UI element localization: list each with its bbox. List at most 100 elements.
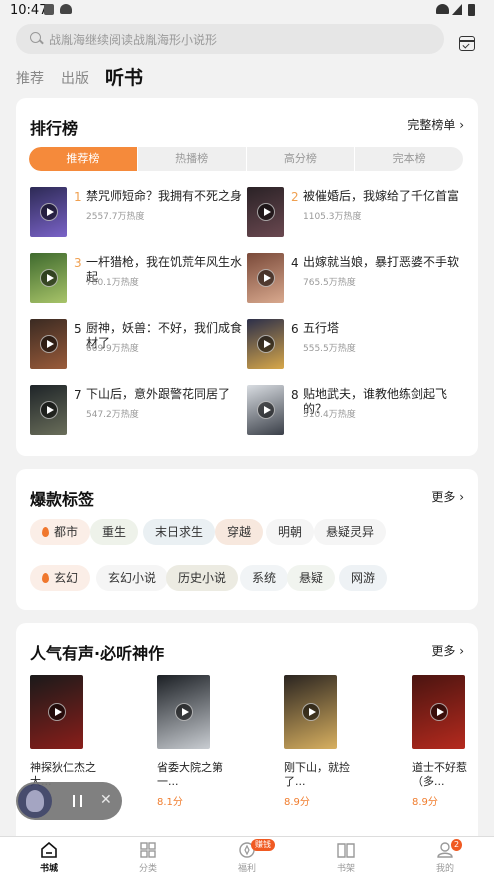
- rank-number: 5: [74, 322, 82, 336]
- player-avatar[interactable]: [18, 784, 52, 818]
- tag-chip[interactable]: 历史小说: [166, 565, 239, 591]
- book-cover[interactable]: [247, 187, 284, 237]
- tag-label: 重生: [102, 525, 127, 539]
- tag-chip[interactable]: 玄幻小说: [96, 565, 169, 591]
- play-icon: [174, 703, 193, 721]
- nav-bookstore[interactable]: 书城: [19, 837, 79, 878]
- tag-label: 悬疑灵异: [326, 525, 375, 539]
- rank-heat: 547.2万热度: [86, 410, 139, 420]
- book-cover[interactable]: [30, 675, 83, 749]
- tag-chip[interactable]: 系统: [240, 565, 289, 591]
- search-bar[interactable]: 战胤海继续阅读战胤海形小说形: [16, 24, 444, 54]
- signal-icon: [452, 4, 462, 15]
- tag-label: 玄幻小说: [108, 571, 157, 585]
- tag-label: 系统: [252, 571, 277, 585]
- play-icon: [39, 335, 58, 353]
- rank-book-title: 下山后，意外跟警花同居了: [86, 387, 231, 401]
- rank-item[interactable]: 5 厨神，妖兽：不好，我们成食材了 609.9万热度: [30, 319, 250, 375]
- flame-icon: [42, 573, 49, 583]
- tag-label: 历史小说: [178, 571, 227, 585]
- ranking-tab-score[interactable]: 高分榜: [247, 147, 356, 171]
- tag-label: 都市: [54, 525, 79, 539]
- play-icon: [39, 203, 58, 221]
- rank-heat: 2557.7万热度: [86, 212, 145, 222]
- book-cover[interactable]: [284, 675, 337, 749]
- tag-chip[interactable]: 明朝: [266, 519, 315, 545]
- rank-book-title: 禁咒师短命？我拥有不死之身: [86, 189, 243, 203]
- nav-bookshelf[interactable]: 书架: [316, 837, 376, 878]
- tag-chip[interactable]: 悬疑: [287, 565, 336, 591]
- audio-more-link[interactable]: 更多 ›: [431, 642, 464, 659]
- status-bar: 10:47: [0, 0, 494, 22]
- book-cover[interactable]: [30, 253, 67, 303]
- tag-chip[interactable]: 穿越: [215, 519, 264, 545]
- play-icon: [301, 703, 320, 721]
- audio-book-score: 8.9分: [284, 797, 310, 808]
- tags-more-link[interactable]: 更多 ›: [431, 488, 464, 505]
- search-placeholder: 战胤海继续阅读战胤海形小说形: [49, 33, 218, 47]
- nav-category[interactable]: 分类: [118, 837, 178, 878]
- mini-player[interactable]: ✕: [16, 782, 122, 820]
- book-cover[interactable]: [30, 319, 67, 369]
- ranking-tab-hot[interactable]: 热播榜: [138, 147, 247, 171]
- book-cover[interactable]: [30, 385, 67, 435]
- rank-item[interactable]: 2 被催婚后，我嫁给了千亿首富 1105.3万热度: [247, 187, 467, 243]
- audio-book[interactable]: 神探狄仁杰之大...: [30, 675, 96, 793]
- tag-chip[interactable]: 玄幻: [30, 565, 91, 591]
- tag-chip[interactable]: 网游: [339, 565, 388, 591]
- tag-chip[interactable]: 悬疑灵异: [314, 519, 387, 545]
- book-cover[interactable]: [247, 385, 284, 435]
- rank-item[interactable]: 6 五行塔 555.5万热度: [247, 319, 467, 375]
- checkin-calendar-icon[interactable]: [459, 36, 475, 51]
- book-cover[interactable]: [412, 675, 465, 749]
- book-cover[interactable]: [247, 253, 284, 303]
- audio-book[interactable]: 刚下山，就捡了... 8.9分: [284, 675, 350, 808]
- status-time: 10:47: [10, 3, 48, 18]
- rank-book-title: 被催婚后，我嫁给了千亿首富: [303, 189, 460, 203]
- audio-book[interactable]: 省委大院之第一... 8.1分: [157, 675, 223, 808]
- nav-mine[interactable]: 2 我的: [415, 837, 475, 878]
- nav-welfare[interactable]: 赚钱 福利: [217, 837, 277, 878]
- play-icon: [39, 269, 58, 287]
- book-cover[interactable]: [247, 319, 284, 369]
- rank-number: 2: [291, 190, 299, 204]
- ranking-tabs: 推荐榜 热播榜 高分榜 完本榜: [29, 147, 463, 171]
- ranking-tab-recommend[interactable]: 推荐榜: [29, 147, 138, 171]
- rank-number: 1: [74, 190, 82, 204]
- ranking-tab-complete[interactable]: 完本榜: [355, 147, 463, 171]
- ranking-more-link[interactable]: 完整榜单 ›: [407, 116, 464, 133]
- audio-book[interactable]: 道士不好惹（多... 8.9分: [412, 675, 478, 808]
- rank-number: 4: [291, 256, 299, 270]
- rank-number: 6: [291, 322, 299, 336]
- tag-chip[interactable]: 末日求生: [143, 519, 216, 545]
- ranking-card: 排行榜 完整榜单 › 推荐榜 热播榜 高分榜 完本榜 1 禁咒师短命？我拥有不死之…: [16, 98, 478, 456]
- tag-chip[interactable]: 都市: [30, 519, 91, 545]
- book-cover[interactable]: [157, 675, 210, 749]
- rank-number: 3: [74, 256, 82, 270]
- rank-book-title: 出嫁就当娘，暴打恶婆不手软: [303, 255, 460, 269]
- nav-label: 书城: [39, 864, 58, 874]
- audio-book-title: 刚下山，就捡了...: [284, 761, 350, 788]
- nav-label: 福利: [237, 864, 256, 874]
- rank-item[interactable]: 3 一杆猎枪，我在饥荒年风生水起 780.1万热度: [30, 253, 250, 309]
- tab-audiobook[interactable]: 听书: [105, 63, 143, 90]
- tab-recommend[interactable]: 推荐: [16, 68, 44, 88]
- rank-heat: 1105.3万热度: [303, 212, 362, 222]
- pause-icon[interactable]: [73, 795, 82, 807]
- close-icon[interactable]: ✕: [100, 792, 112, 808]
- tags-title: 爆款标签: [30, 490, 95, 509]
- rank-item[interactable]: 7 下山后，意外跟警花同居了 547.2万热度: [30, 385, 250, 441]
- bottom-nav: 书城 分类 赚钱 福利 书架 2 我的: [0, 836, 494, 878]
- tag-label: 明朝: [278, 525, 303, 539]
- tag-chip[interactable]: 重生: [90, 519, 139, 545]
- rank-number: 7: [74, 388, 82, 402]
- ranking-title: 排行榜: [30, 119, 79, 138]
- mine-badge: 2: [451, 839, 463, 851]
- rank-heat: 765.5万热度: [303, 278, 356, 288]
- rank-item[interactable]: 1 禁咒师短命？我拥有不死之身 2557.7万热度: [30, 187, 250, 243]
- rank-item[interactable]: 8 贴地武夫，谁教他练剑起飞的？ 510.4万热度: [247, 385, 467, 441]
- book-cover[interactable]: [30, 187, 67, 237]
- search-icon: [30, 32, 41, 43]
- rank-item[interactable]: 4 出嫁就当娘，暴打恶婆不手软 765.5万热度: [247, 253, 467, 309]
- tab-publish[interactable]: 出版: [61, 68, 89, 88]
